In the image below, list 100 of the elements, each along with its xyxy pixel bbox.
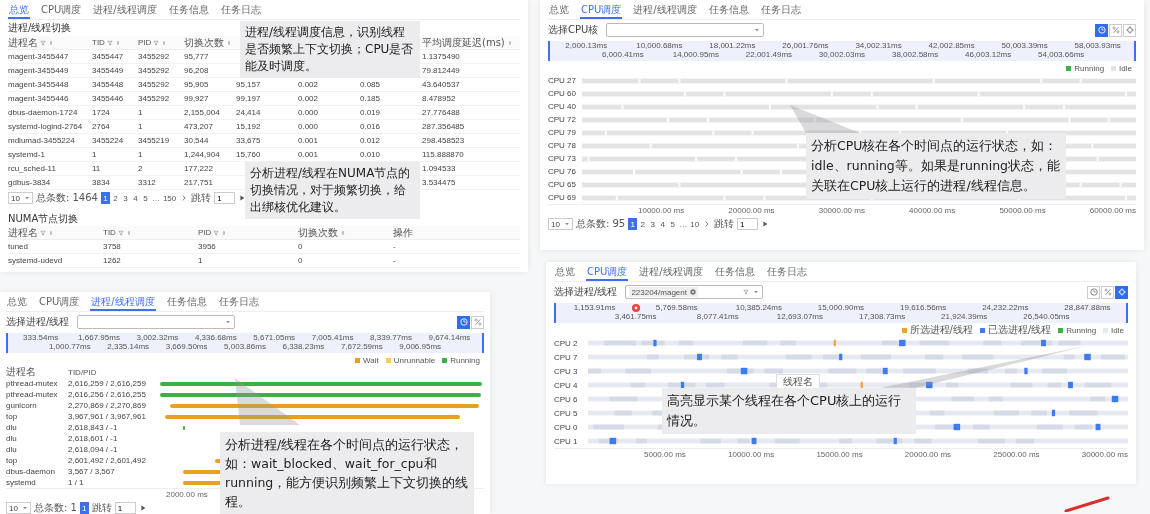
table-cell-text: dlu <box>6 444 18 455</box>
tab[interactable]: 任务日志 <box>219 4 262 19</box>
legend-label: Running <box>1074 63 1105 73</box>
row-label: CPU 69 <box>548 193 577 202</box>
tick-label: 6,338.23ms <box>282 342 325 351</box>
table-cell: 177,222 <box>184 162 236 176</box>
tick-label: 38,002.58ms <box>891 50 939 59</box>
table-cell: 0.001 <box>298 134 360 148</box>
tab[interactable]: 总览 <box>548 4 570 19</box>
axis-label: 5000.00 ms <box>644 450 686 459</box>
tab[interactable]: 进程/线程调度 <box>632 4 698 19</box>
table-cell: 24,414 <box>236 106 298 120</box>
tick-label: 3,002.32ms <box>136 333 179 342</box>
table-cell: 0 <box>298 240 393 254</box>
row-label: CPU 40 <box>548 102 577 111</box>
tick-label: 1,000.77ms <box>48 342 91 351</box>
page-button[interactable]: 3 <box>120 192 130 204</box>
tab[interactable]: 总览 <box>6 296 28 311</box>
table-cell-text: 2,616,256 / 2,616,255 <box>68 389 147 400</box>
annotation-tooltip: 分析进程/线程在NUMA节点的切换情况，对于频繁切换，给出绑核优化建议。 <box>245 162 420 219</box>
row-label: CPU 2 <box>554 338 579 348</box>
table-cell: 2764 <box>92 120 138 134</box>
page-input[interactable]: 1 <box>737 218 759 230</box>
tab[interactable]: 任务信息 <box>707 4 750 19</box>
table-cell-text: 3,567 / 3,567 <box>68 466 116 477</box>
page-button[interactable]: 5 <box>668 218 678 230</box>
column-header: 平均调度延迟(ms) <box>422 35 505 50</box>
table-cell: 1724 <box>92 106 138 120</box>
tab[interactable]: 总览 <box>8 4 30 19</box>
page-button[interactable]: 2 <box>638 218 648 230</box>
table-cell-text: 2,618,843 / -1 <box>68 422 119 433</box>
column-header: PID <box>198 228 212 237</box>
dropdown[interactable]: 223204/magent <box>625 285 764 299</box>
page-button[interactable]: 4 <box>130 192 140 204</box>
table-cell-text: 3,967,961 / 3,967,961 <box>68 411 147 422</box>
page-button[interactable]: … <box>678 218 689 230</box>
axis-label: 30000.00 ms <box>818 206 865 215</box>
table-cell: magent-3455446 <box>8 92 92 106</box>
selected-range[interactable]: 333.54ms 1,667.95ms 3,002.32ms 4,336.68ms 5,671.05ms 7,005.41ms 8,339.77ms 9,674.14ms 1,000.77ms 2,335.14ms 3,669.50ms 5,003.86ms 6,338.23ms 7,672.59ms 9,006.95ms <box>6 333 484 353</box>
table-cell: 1.094533 <box>422 162 520 176</box>
tab[interactable]: 任务信息 <box>165 296 208 311</box>
tab[interactable]: 任务日志 <box>765 266 808 281</box>
tab[interactable]: CPU调度 <box>40 4 83 19</box>
table-cell: mdlumad-3455224 <box>8 134 92 148</box>
tick-label: 28,847.88ms <box>1064 303 1111 312</box>
section-title: 进程/线程切换 <box>8 21 72 35</box>
page-button[interactable]: 150 <box>161 192 178 204</box>
tab[interactable]: 任务信息 <box>713 266 756 281</box>
selected-range[interactable]: 1,153.91ms 5,769.58ms 10,385.24ms 15,000.90ms 19,616.56ms 24,232.22ms 28,847.88ms 3,461.75ms 8,077.41ms 12,693.07ms 17,308.73ms 21,924.39ms 26,540.05ms <box>554 303 1128 323</box>
tab[interactable]: 任务日志 <box>759 4 802 19</box>
axis-label: 60000.00 ms <box>1089 206 1136 215</box>
legend-label: Unrunnable <box>393 355 436 365</box>
axis-label: 20000.00 ms <box>728 206 775 215</box>
tab[interactable]: 进程/线程调度 <box>92 4 158 19</box>
axis-label: 2000.00 ms <box>166 490 208 499</box>
axis-label: 30000.00 ms <box>1081 450 1128 459</box>
row-label: CPU 65 <box>548 180 577 189</box>
page-button[interactable]: 1 <box>628 218 638 230</box>
page-input[interactable]: 1 <box>214 192 236 204</box>
tick-label: 10,385.24ms <box>735 303 782 312</box>
total-count: 总条数: 95 <box>575 217 626 231</box>
table-cell: 1,244,904 <box>184 148 236 162</box>
tab[interactable]: 进程/线程调度 <box>90 296 156 311</box>
table-cell: 95,777 <box>184 50 236 64</box>
tick-label: 15,000.90ms <box>817 303 865 312</box>
page-size-dropdown[interactable]: 10 <box>6 502 31 514</box>
tag[interactable]: 223204/magent <box>629 287 698 297</box>
table-cell: 0.002 <box>298 92 360 106</box>
tick-label: 26,001.76ms <box>782 41 829 50</box>
page-button[interactable]: 3 <box>648 218 658 230</box>
table-cell: 8.478952 <box>422 92 520 106</box>
axis-label: 25000.00 ms <box>993 450 1040 459</box>
tab[interactable]: CPU调度 <box>38 296 81 311</box>
tick-label: 24,232.22ms <box>982 303 1029 312</box>
row-label: CPU 6 <box>554 394 579 404</box>
tick-label: 50,003.39ms <box>1001 41 1048 50</box>
tab[interactable]: 总览 <box>554 266 576 281</box>
page-button[interactable]: 5 <box>140 192 150 204</box>
page-size-dropdown[interactable]: 10 <box>8 192 33 204</box>
tab[interactable]: 任务日志 <box>217 296 260 311</box>
page-button[interactable]: 10 <box>689 218 701 230</box>
page-button[interactable]: … <box>150 192 161 204</box>
page-button[interactable]: 2 <box>110 192 120 204</box>
table-cell: rcu_sched-11 <box>8 162 92 176</box>
tab[interactable]: CPU调度 <box>586 266 629 281</box>
page-button[interactable]: 1 <box>100 192 110 204</box>
tab[interactable]: 进程/线程调度 <box>638 266 704 281</box>
tab[interactable]: 任务信息 <box>167 4 210 19</box>
tab[interactable]: CPU调度 <box>580 4 623 19</box>
selected-range[interactable]: 2,000.13ms 10,000.68ms 18,001.22ms 26,001.76ms 34,002.31ms 42,002.85ms 50,003.39ms 58,003.93ms 6,000.41ms 14,000.95ms 22,001.49ms 30,002.03ms 38,002.58ms 46,003.12ms 54,003.66ms <box>548 41 1136 61</box>
tick-label: 4,336.68ms <box>194 333 237 342</box>
page-button[interactable]: 4 <box>658 218 668 230</box>
page-input[interactable]: 1 <box>114 502 136 514</box>
row-label: CPU 4 <box>554 380 579 390</box>
page-button[interactable]: 1 <box>79 502 89 514</box>
row-label: CPU 0 <box>554 422 579 432</box>
table-cell-text: pthread-mutex <box>6 389 59 400</box>
page-size-dropdown[interactable]: 10 <box>548 218 573 230</box>
table-cell: 27.776488 <box>422 106 520 120</box>
axis-label: 50000.00 ms <box>999 206 1046 215</box>
